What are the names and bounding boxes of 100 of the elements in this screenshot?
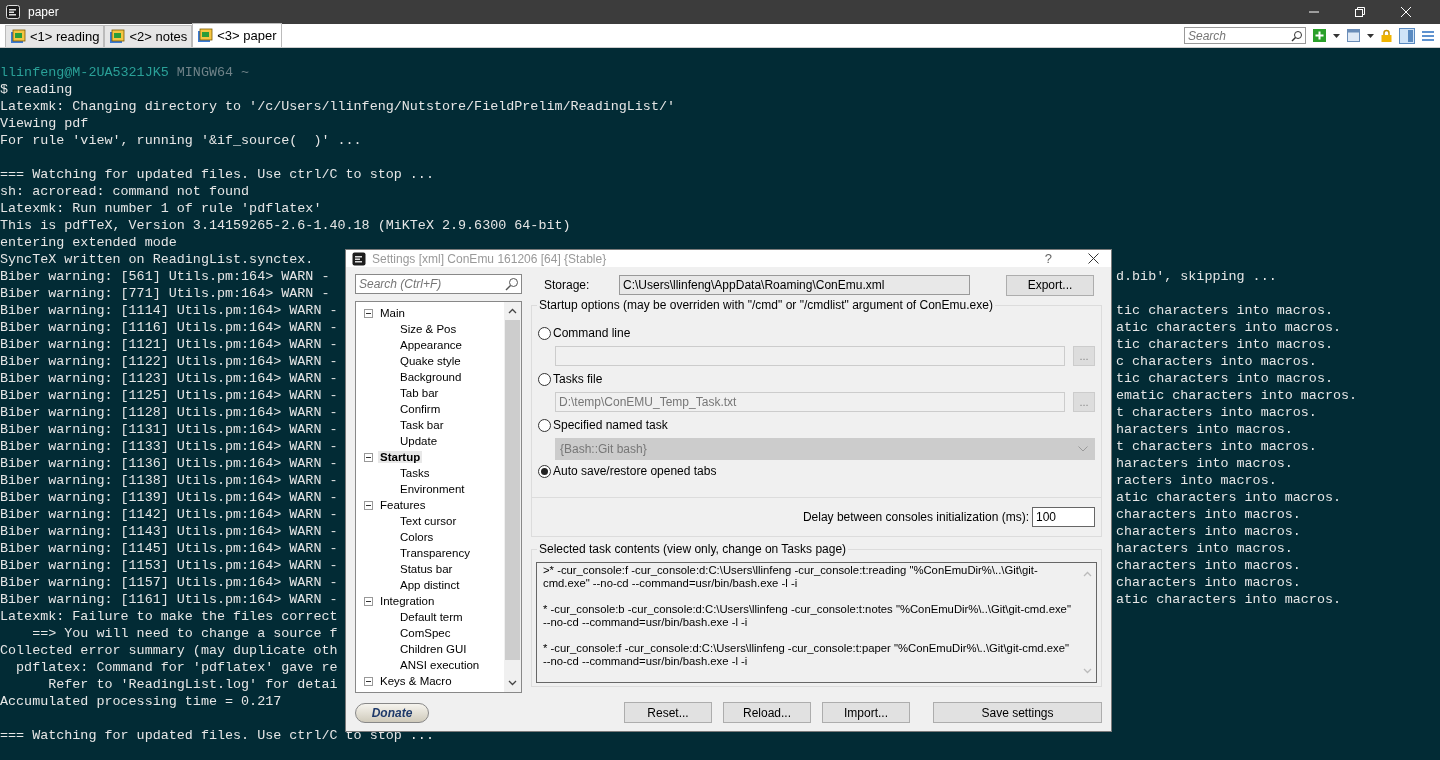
storage-label: Storage: xyxy=(544,278,591,292)
terminal-line: Biber warning: [1145] Utils.pm:164> WARN - xyxy=(0,540,339,557)
delay-field[interactable]: 100 xyxy=(1032,507,1095,527)
tree-item[interactable]: ComSpec xyxy=(398,627,453,639)
collapse-icon[interactable] xyxy=(364,676,373,686)
console-tab[interactable]: <3> paper xyxy=(192,23,282,47)
search-field[interactable]: Search xyxy=(1184,27,1306,44)
caret-icon[interactable] xyxy=(1333,33,1340,38)
terminal-line: Biber warning: [771] Utils.pm:164> WARN - xyxy=(0,285,331,302)
terminal-line: Viewing pdf xyxy=(0,116,89,131)
donate-button[interactable]: Donate xyxy=(355,703,429,723)
terminal-line: Biber warning: [1138] Utils.pm:164> WARN - xyxy=(0,472,339,489)
terminal-line: atic characters into macros. xyxy=(1116,319,1342,336)
terminal-line: Biber warning: [1122] Utils.pm:164> WARN - xyxy=(0,353,339,370)
radio-option[interactable]: Tasks file xyxy=(538,370,1095,388)
tree-item[interactable]: Integration xyxy=(378,595,437,607)
restore-icon[interactable] xyxy=(1354,6,1366,18)
window-title: paper xyxy=(28,5,59,19)
tree-item[interactable]: Features xyxy=(378,499,428,511)
terminal-line: Biber warning: [1136] Utils.pm:164> WARN - xyxy=(0,455,339,472)
terminal-line: t characters into macros. xyxy=(1116,438,1318,455)
add-icon[interactable] xyxy=(1313,29,1326,42)
terminal-line: Biber warning: [1128] Utils.pm:164> WARN - xyxy=(0,404,339,421)
terminal-line: haracters into macros. xyxy=(1116,540,1294,557)
terminal-line: atic characters into macros. xyxy=(1116,489,1342,506)
tree-item[interactable]: Default term xyxy=(398,611,465,623)
dialog-button[interactable]: Reload... xyxy=(723,702,811,723)
scrollbar[interactable] xyxy=(504,302,521,692)
group-title: Selected task contents (view only, change on Tasks page) xyxy=(537,542,849,556)
collapse-icon[interactable] xyxy=(364,596,373,606)
console-icon xyxy=(109,28,126,45)
dialog-button[interactable]: Reset... xyxy=(624,702,712,723)
terminal-line: tic characters into macros. xyxy=(1116,370,1334,387)
tree-item[interactable]: Appearance xyxy=(398,339,465,351)
terminal-line: Biber warning: [1125] Utils.pm:164> WARN - xyxy=(0,387,339,404)
radio-option[interactable]: Auto save/restore opened tabs xyxy=(538,462,1095,480)
terminal-line: sh: acroread: command not found xyxy=(0,184,250,199)
tree-item[interactable]: Environment xyxy=(398,483,467,495)
storage-field[interactable]: C:\Users\llinfeng\AppData\Roaming\ConEmu.xml xyxy=(619,275,970,295)
console-tab[interactable]: <2> notes xyxy=(104,25,193,47)
tree-item[interactable]: Quake style xyxy=(398,355,463,367)
group-title: Startup options (may be overriden with "/cmd" or "/cmdlist" argument of ConEmu.exe) xyxy=(537,298,995,312)
terminal-line: Accumulated processing time = 0.217 xyxy=(0,694,282,709)
tree-item[interactable]: Text cursor xyxy=(398,515,459,527)
terminal-line: haracters into macros. xyxy=(1116,421,1294,438)
search-icon[interactable] xyxy=(1291,29,1303,42)
scroll-down-icon[interactable] xyxy=(508,680,517,686)
task-command: * -cur_console:f -cur_console:d:C:\Users\llinfeng -cur_console:t:paper "%ConEmuDir%\..\Git\git-cmd.exe" --no-cd --command=usr/bin/bash.exe -l -i xyxy=(543,642,1070,668)
panel-icon[interactable] xyxy=(1399,27,1415,44)
terminal-line: === Watching for updated files. Use ctrl/C to stop ... xyxy=(0,167,434,182)
tree-item[interactable]: Confirm xyxy=(398,403,443,415)
terminal-line: Latexmk: Changing directory to '/c/Users/llinfeng/Nutstore/FieldPrelim/ReadingList/' xyxy=(0,99,675,114)
terminal-line: Latexmk: Run number 1 of rule 'pdflatex' xyxy=(0,201,322,216)
tree-item[interactable]: ANSI execution xyxy=(398,659,482,671)
radio-option[interactable]: Command line xyxy=(538,324,1095,342)
export-button[interactable]: Export... xyxy=(1006,274,1094,296)
tree-item[interactable]: Children GUI xyxy=(398,643,469,655)
console-tab[interactable]: <1> reading xyxy=(5,25,105,47)
tree-item[interactable]: Tab bar xyxy=(398,387,441,399)
tree-item[interactable]: Startup xyxy=(378,451,423,463)
dialog-button[interactable]: Save settings xyxy=(933,702,1102,723)
tree-item[interactable]: Status bar xyxy=(398,563,455,575)
collapse-icon[interactable] xyxy=(364,452,373,462)
terminal-line: tic characters into macros. xyxy=(1116,336,1334,353)
task-command: * -cur_console:b -cur_console:d:C:\Users\llinfeng -cur_console:t:notes "%ConEmuDir%\..\Git\git-cmd.exe" --no-cd --command=usr/bin/bash.exe -l -i xyxy=(543,603,1072,629)
tree-item[interactable]: Size & Pos xyxy=(398,323,459,335)
tree-item[interactable]: Background xyxy=(398,371,464,383)
terminal-line: Biber warning: [1143] Utils.pm:164> WARN - xyxy=(0,523,339,540)
dialog-button[interactable]: Import... xyxy=(822,702,910,723)
tree-item[interactable]: Task bar xyxy=(398,419,446,431)
terminal-line: c characters into macros. xyxy=(1116,353,1318,370)
terminal-line: Biber warning: [1139] Utils.pm:164> WARN - xyxy=(0,489,339,506)
tree-item[interactable]: Tasks xyxy=(398,467,432,479)
app-icon xyxy=(6,5,20,19)
collapse-icon[interactable] xyxy=(364,500,373,510)
tree-item[interactable]: Transparency xyxy=(398,547,472,559)
terminal-line: Latexmk: Failure to make the files correct xyxy=(0,608,339,625)
caret-icon[interactable] xyxy=(1367,33,1374,38)
tree-item[interactable]: Colors xyxy=(398,531,436,543)
collapse-icon[interactable] xyxy=(364,308,373,318)
tree-item[interactable]: Update xyxy=(398,435,440,447)
search-field[interactable]: Search (Ctrl+F) xyxy=(355,274,522,294)
close-icon[interactable] xyxy=(1088,253,1099,264)
terminal-line: haracters into macros. xyxy=(1116,455,1294,472)
scroll-up-icon[interactable] xyxy=(508,308,517,314)
lock-icon[interactable] xyxy=(1381,29,1392,42)
menu-icon[interactable] xyxy=(1422,29,1434,42)
console-icon xyxy=(10,28,26,45)
search-icon[interactable] xyxy=(505,277,519,291)
radio-option[interactable]: Specified named task xyxy=(538,416,1095,434)
tree-item[interactable]: Keys & Macro xyxy=(378,675,454,687)
prompt-user: llinfeng@M-2UA5321JK5 xyxy=(0,65,169,80)
tree-item[interactable]: App distinct xyxy=(398,579,462,591)
tree-item[interactable]: Main xyxy=(378,307,407,319)
terminal-line: characters into macros. xyxy=(1116,523,1302,540)
help-button[interactable]: ? xyxy=(1044,251,1052,266)
terminal-line: Collected error summary (may duplicate oth xyxy=(0,642,339,659)
terminal-line: Biber warning: [1131] Utils.pm:164> WARN - xyxy=(0,421,339,438)
window-icon[interactable] xyxy=(1347,29,1360,42)
task-command: >* -cur_console:f -cur_console:d:C:\Users\llinfeng -cur_console:t:reading "%ConEmuDir%\..\Git\git-cmd.exe" --no-cd --command=usr/bin/bash.exe -l -i xyxy=(543,564,1039,590)
